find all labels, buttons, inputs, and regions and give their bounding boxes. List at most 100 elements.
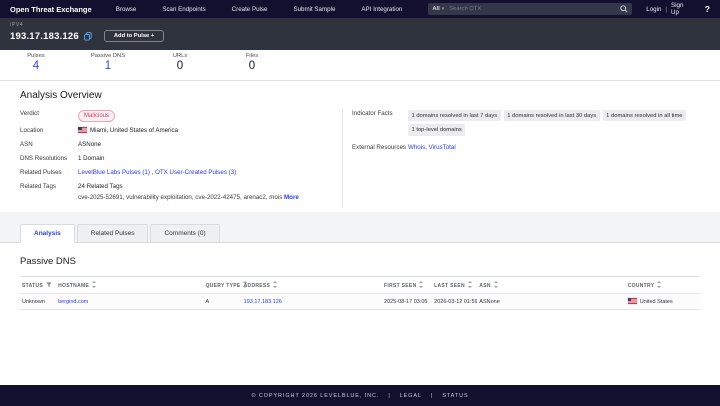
fact-badge: 1 top-level domains xyxy=(408,124,465,135)
nav-item-submit-sample[interactable]: Submit Sample xyxy=(293,6,335,13)
search-filter-dropdown[interactable]: All xyxy=(432,6,439,12)
address-link[interactable]: 193.17.183.126 xyxy=(244,299,282,305)
related-tags-list: cve-2025-52691, vulnerability exploitati… xyxy=(78,194,299,203)
column-header-address[interactable]: ADDRESS xyxy=(242,277,382,294)
column-header-first-seen[interactable]: FIRST SEEN xyxy=(382,277,432,294)
sort-icon xyxy=(243,281,248,288)
analysis-overview-title: Analysis Overview xyxy=(20,90,720,101)
stat-urls[interactable]: URLs 0 xyxy=(144,53,216,80)
tab-comments[interactable]: Comments (0) xyxy=(150,224,219,242)
verdict-label: Verdict xyxy=(20,110,78,119)
table-row: Unknown bergind.com A 193.17.183.126 202… xyxy=(20,294,700,310)
external-resources-label: External Resources xyxy=(352,144,408,153)
column-header-asn[interactable]: ASN xyxy=(477,277,625,294)
location-value: Miami, United States of America xyxy=(78,127,178,136)
sort-icon xyxy=(468,281,473,288)
nav-item-api-integration[interactable]: API Integration xyxy=(361,6,402,13)
sort-icon xyxy=(92,281,97,288)
cell-country: United States xyxy=(626,294,700,310)
signup-link[interactable]: Sign Up xyxy=(671,2,693,16)
nav-item-browse[interactable]: Browse xyxy=(116,6,137,13)
virustotal-link[interactable]: VirusTotal xyxy=(429,144,456,151)
passive-dns-title: Passive DNS xyxy=(20,256,700,267)
hostname-link[interactable]: bergind.com xyxy=(58,299,88,305)
stat-passive-dns-value: 1 xyxy=(72,60,144,72)
column-header-status[interactable]: STATUS xyxy=(20,277,56,294)
fact-badge: 1 domains resolved in last 30 days xyxy=(504,110,600,121)
sort-icon xyxy=(419,281,424,288)
dns-resolutions-value: 1 Domain xyxy=(78,155,104,164)
dns-resolutions-row: DNS Resolutions 1 Domain xyxy=(20,155,342,164)
nav-item-scan-endpoints[interactable]: Scan Endpoints xyxy=(162,6,205,13)
fact-badge: 1 domains resolved in all time xyxy=(603,110,686,121)
column-header-hostname[interactable]: HOSTNAME xyxy=(56,277,203,294)
verdict-badge: Malicious xyxy=(78,110,115,122)
brand-logo[interactable]: Open Threat Exchange xyxy=(10,5,92,14)
add-to-pulse-button[interactable]: Add to Pulse + xyxy=(104,30,164,42)
status-link[interactable]: STATUS xyxy=(442,393,468,399)
cell-query-type: A xyxy=(204,294,242,310)
search-icon[interactable] xyxy=(620,5,628,13)
help-icon[interactable]: ? xyxy=(705,4,710,14)
verdict-row: Verdict Malicious xyxy=(20,110,342,122)
auth-links: Login | Sign Up xyxy=(646,2,693,16)
column-header-last-seen[interactable]: LAST SEEN xyxy=(432,277,477,294)
stat-files-label: Files xyxy=(216,53,288,59)
search-input[interactable] xyxy=(449,6,620,12)
related-pulses-label: Related Pulses xyxy=(20,169,78,178)
stat-pulses[interactable]: Pulses 4 xyxy=(0,53,72,80)
whois-link[interactable]: Whois xyxy=(408,144,425,151)
indicator-facts-row: Indicator Facts 1 domains resolved in la… xyxy=(352,110,710,139)
footer-divider: | xyxy=(431,393,433,399)
stat-files[interactable]: Files 0 xyxy=(216,53,288,80)
search-box[interactable]: All ▾ xyxy=(428,3,632,15)
stats-row: Pulses 4 Passive DNS 1 URLs 0 Files 0 xyxy=(0,50,720,81)
stat-urls-label: URLs xyxy=(144,53,216,59)
legal-link[interactable]: LEGAL xyxy=(400,393,422,399)
cell-status: Unknown xyxy=(20,294,56,310)
cell-last-seen: 2026-03-12 01:59 xyxy=(432,294,477,310)
cell-asn: ASNone xyxy=(477,294,625,310)
indicator-header-bar: IPV4 193.17.183.126 Add to Pulse + xyxy=(0,18,720,50)
indicator-value: 193.17.183.126 xyxy=(10,31,79,42)
analysis-overview-section: Analysis Overview Verdict Malicious Loca… xyxy=(0,81,720,212)
indicator-facts-label: Indicator Facts xyxy=(352,110,408,119)
sort-icon xyxy=(273,281,278,288)
stat-pulses-value: 4 xyxy=(0,60,72,72)
fact-badge: 1 domains resolved in last 7 days xyxy=(408,110,501,121)
us-flag-icon xyxy=(78,127,87,133)
filter-icon xyxy=(46,282,52,288)
column-header-query-type[interactable]: QUERY TYPE xyxy=(204,277,242,294)
tab-analysis[interactable]: Analysis xyxy=(20,224,75,243)
related-tags-more-link[interactable]: More xyxy=(284,194,299,201)
external-resources-row: External Resources Whois, VirusTotal xyxy=(352,144,710,153)
passive-dns-section: Passive DNS STATUS HOSTNAME QUERY TYPE A… xyxy=(0,243,720,385)
tab-bar: Analysis Related Pulses Comments (0) xyxy=(0,212,720,243)
footer-divider: | xyxy=(388,393,390,399)
location-row: Location Miami, United States of America xyxy=(20,127,342,136)
nav-item-create-pulse[interactable]: Create Pulse xyxy=(232,6,268,13)
stat-passive-dns[interactable]: Passive DNS 1 xyxy=(72,53,144,80)
column-header-country[interactable]: COUNTRY xyxy=(626,277,700,294)
overview-right-column: Indicator Facts 1 domains resolved in la… xyxy=(342,110,720,208)
related-tags-count: 24 Related Tags xyxy=(78,183,123,190)
top-navigation: Open Threat Exchange Browse Scan Endpoin… xyxy=(0,0,720,18)
cell-first-seen: 2025-08-17 03:05 xyxy=(382,294,432,310)
dns-resolutions-label: DNS Resolutions xyxy=(20,155,78,164)
asn-value: ASNone xyxy=(78,141,101,150)
table-header-row: STATUS HOSTNAME QUERY TYPE ADDRESS FIRST… xyxy=(20,277,700,294)
sort-icon xyxy=(657,281,662,288)
login-link[interactable]: Login xyxy=(646,6,661,13)
us-flag-icon xyxy=(628,298,637,304)
tab-related-pulses[interactable]: Related Pulses xyxy=(77,224,149,242)
asn-label: ASN xyxy=(20,141,78,150)
chevron-down-icon: ▾ xyxy=(442,6,445,12)
copy-icon[interactable] xyxy=(84,32,92,41)
otx-user-created-pulses-link[interactable]: OTX User-Created Pulses (3) xyxy=(155,169,236,176)
page-footer: © COPYRIGHT 2026 LEVELBLUE, INC. | LEGAL… xyxy=(0,385,720,406)
related-tags-label: Related Tags xyxy=(20,183,78,192)
indicator-type-label: IPV4 xyxy=(10,22,710,28)
related-pulses-row: Related Pulses LevelBlue Labs Pulses (1)… xyxy=(20,169,342,178)
levelblue-labs-pulses-link[interactable]: LevelBlue Labs Pulses (1) xyxy=(78,169,150,176)
related-tags-row: Related Tags 24 Related Tags cve-2025-52… xyxy=(20,183,342,203)
